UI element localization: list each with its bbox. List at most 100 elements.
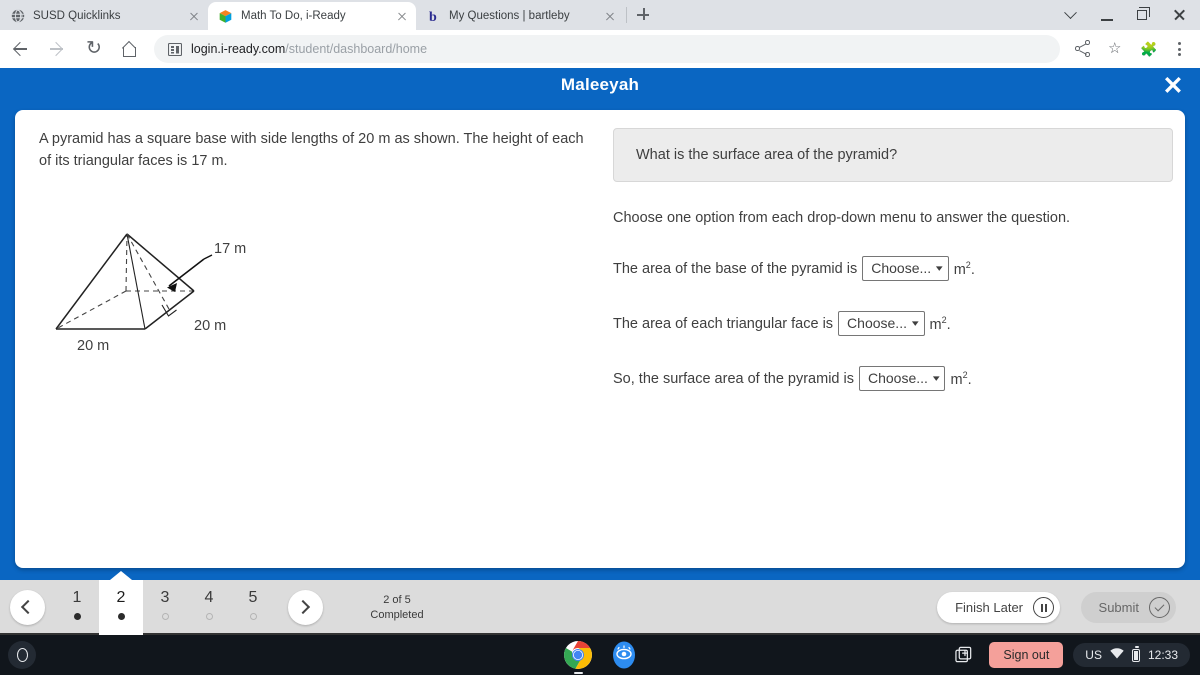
label-base-side-front: 20 m [77, 338, 110, 354]
answer-row-1: The area of each triangular face is Choo… [613, 311, 1173, 336]
close-icon[interactable] [394, 8, 410, 24]
pause-icon [1033, 597, 1054, 618]
dropdown-base-area[interactable]: Choose... ▾ [862, 256, 949, 281]
window-controls [1054, 0, 1196, 30]
battery-icon [1131, 646, 1140, 662]
extensions-puzzle-icon[interactable]: 🧩 [1132, 34, 1162, 64]
right-panel: What is the surface area of the pyramid?… [613, 128, 1173, 391]
page-status-dot [74, 613, 81, 620]
page-status-dot [162, 613, 169, 620]
shelf-app-list [563, 640, 639, 674]
submit-label: Submit [1098, 600, 1139, 615]
answer-row-label: The area of the base of the pyramid is [613, 260, 858, 277]
new-tab-button[interactable] [629, 1, 657, 29]
active-page-notch [110, 571, 132, 580]
browser-tab-0[interactable]: SUSD Quicklinks [0, 2, 208, 30]
reload-icon[interactable]: ↻ [77, 32, 111, 66]
page-button-3[interactable]: 3 [143, 580, 187, 635]
close-icon[interactable] [186, 8, 202, 24]
question-navigation-bar: 1 2 3 4 5 2 of 5 Completed Finish Later … [0, 571, 1200, 635]
screen-root: SUSD Quicklinks Math To Do, i-Ready b My… [0, 0, 1200, 675]
previous-question-button[interactable] [10, 590, 45, 625]
page-button-2[interactable]: 2 [99, 571, 143, 635]
tabstrip: SUSD Quicklinks Math To Do, i-Ready b My… [0, 0, 657, 30]
finish-later-label: Finish Later [955, 600, 1023, 615]
page-button-5[interactable]: 5 [231, 580, 275, 635]
page-status-dot [118, 613, 125, 620]
app-running-indicator [574, 671, 583, 674]
sign-out-button[interactable]: Sign out [989, 642, 1064, 668]
keyboard-layout-label: US [1085, 648, 1102, 662]
page-status-dot [250, 613, 257, 620]
dropdown-value: Choose... [871, 259, 932, 276]
progress-counter: 2 of 5 Completed [352, 593, 442, 623]
forward-arrow-icon[interactable] [40, 32, 74, 66]
address-bar[interactable]: login.i-ready.com/student/dashboard/home [154, 35, 1060, 63]
square-pyramid-diagram: 17 m 20 m 20 m [49, 228, 269, 368]
page-number-list: 1 2 3 4 5 [55, 571, 275, 635]
globe-icon [10, 9, 25, 24]
dropdown-value: Choose... [868, 369, 928, 386]
question-card: A pyramid has a square base with side le… [15, 110, 1185, 568]
progress-label: Completed [370, 609, 424, 621]
system-tray: Sign out US 12:33 [949, 641, 1190, 669]
bookmark-star-icon[interactable]: ☆ [1100, 34, 1130, 64]
close-window-icon[interactable] [1162, 0, 1196, 30]
question-prompt-box: What is the surface area of the pyramid? [613, 128, 1173, 182]
securly-eye-icon[interactable] [609, 640, 639, 670]
back-arrow-icon[interactable] [3, 32, 37, 66]
dropdown-surface-area[interactable]: Choose... ▾ [859, 366, 946, 391]
left-panel: A pyramid has a square base with side le… [39, 128, 599, 354]
screen-capture-icon[interactable] [949, 641, 979, 669]
close-icon[interactable] [602, 8, 618, 24]
toolbar-actions: ☆ 🧩 [1068, 34, 1200, 64]
instruction-text: Choose one option from each drop-down me… [613, 210, 1071, 226]
unit-label: m2. [950, 369, 972, 388]
problem-statement: A pyramid has a square base with side le… [39, 131, 584, 169]
home-icon[interactable] [114, 32, 148, 66]
page-number: 4 [204, 589, 214, 606]
page-button-1[interactable]: 1 [55, 580, 99, 635]
finish-later-button[interactable]: Finish Later [937, 592, 1060, 623]
browser-tab-1[interactable]: Math To Do, i-Ready [208, 2, 416, 30]
unit-label: m2. [929, 314, 951, 333]
browser-tabstrip-bar: SUSD Quicklinks Math To Do, i-Ready b My… [0, 0, 1200, 30]
answer-row-label: So, the surface area of the pyramid is [613, 370, 854, 387]
chevron-down-icon[interactable] [1054, 0, 1088, 30]
dropdown-triangular-face-area[interactable]: Choose... ▾ [838, 311, 925, 336]
answer-row-label: The area of each triangular face is [613, 315, 834, 332]
minimize-icon[interactable] [1090, 0, 1124, 30]
chrome-icon[interactable] [563, 640, 593, 674]
next-question-button[interactable] [288, 590, 323, 625]
svg-text:b: b [429, 10, 437, 23]
chromeos-shelf: Sign out US 12:33 [0, 635, 1200, 675]
status-area[interactable]: US 12:33 [1073, 643, 1190, 667]
wifi-icon [1110, 648, 1124, 662]
answer-row-0: The area of the base of the pyramid is C… [613, 256, 1173, 281]
submit-button[interactable]: Submit [1080, 592, 1176, 623]
page-number: 5 [248, 589, 258, 606]
share-icon[interactable] [1068, 34, 1098, 64]
close-icon[interactable]: ✕ [1160, 74, 1186, 100]
bartleby-b-icon: b [426, 9, 441, 24]
address-bar-url: login.i-ready.com/student/dashboard/home [191, 42, 427, 56]
page-status-dot [206, 613, 213, 620]
browser-tab-title: SUSD Quicklinks [33, 10, 121, 22]
maximize-icon[interactable] [1126, 0, 1160, 30]
page-number: 3 [160, 589, 170, 606]
page-number: 2 [116, 589, 126, 606]
iready-cube-icon [218, 9, 233, 24]
page-title: Maleeyah [560, 75, 640, 94]
progress-count: 2 of 5 [383, 594, 411, 606]
browser-tab-title: Math To Do, i-Ready [241, 10, 346, 22]
chevron-down-icon: ▾ [911, 318, 919, 328]
chrome-menu-icon[interactable] [1164, 34, 1194, 64]
url-host: login.i-ready.com [191, 42, 286, 56]
page-button-4[interactable]: 4 [187, 580, 231, 635]
launcher-icon[interactable] [8, 641, 36, 669]
clock-label: 12:33 [1147, 648, 1178, 662]
site-info-icon[interactable] [167, 42, 183, 56]
browser-tab-2[interactable]: b My Questions | bartleby [416, 2, 624, 30]
tab-divider [626, 7, 627, 23]
chevron-down-icon: ▾ [936, 263, 943, 273]
